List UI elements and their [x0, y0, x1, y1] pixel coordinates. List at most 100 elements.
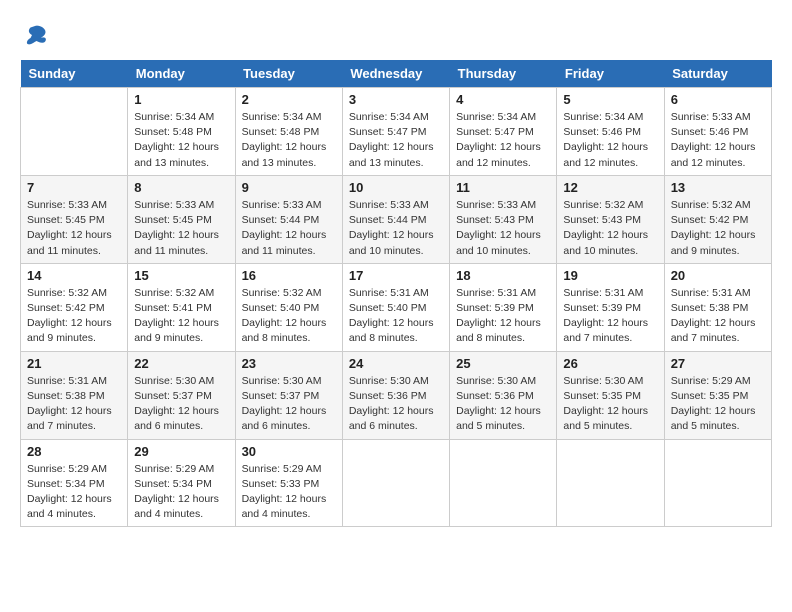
day-info: Sunrise: 5:29 AM Sunset: 5:34 PM Dayligh…	[27, 462, 121, 523]
day-number: 26	[563, 356, 657, 371]
calendar-cell: 17 Sunrise: 5:31 AM Sunset: 5:40 PM Dayli…	[342, 263, 449, 351]
calendar-cell: 7Sunrise: 5:33 AM Sunset: 5:45 PM Daylig…	[21, 175, 128, 263]
day-info: Sunrise: 5:34 AM Sunset: 5:47 PM Dayligh…	[349, 110, 443, 171]
day-info: Sunrise: 5:32 AM Sunset: 5:42 PM Dayligh…	[671, 198, 765, 259]
day-number: 7	[27, 180, 121, 195]
day-number: 24	[349, 356, 443, 371]
calendar-cell	[557, 439, 664, 527]
day-number: 1	[134, 92, 228, 107]
calendar-cell: 18 Sunrise: 5:31 AM Sunset: 5:39 PM Dayli…	[450, 263, 557, 351]
calendar-cell: 11Sunrise: 5:33 AM Sunset: 5:43 PM Dayli…	[450, 175, 557, 263]
calendar-body: 1 Sunrise: 5:34 AM Sunset: 5:48 PM Daylig…	[21, 88, 772, 527]
calendar-cell: 9 Sunrise: 5:33 AM Sunset: 5:44 PM Daylig…	[235, 175, 342, 263]
calendar-cell: 13 Sunrise: 5:32 AM Sunset: 5:42 PM Dayli…	[664, 175, 771, 263]
day-number: 22	[134, 356, 228, 371]
calendar-cell: 28 Sunrise: 5:29 AM Sunset: 5:34 PM Dayli…	[21, 439, 128, 527]
day-number: 16	[242, 268, 336, 283]
calendar-cell: 19 Sunrise: 5:31 AM Sunset: 5:39 PM Dayli…	[557, 263, 664, 351]
day-info: Sunrise: 5:33 AM Sunset: 5:45 PM Dayligh…	[134, 198, 228, 259]
calendar-cell: 27 Sunrise: 5:29 AM Sunset: 5:35 PM Dayli…	[664, 351, 771, 439]
calendar-cell: 4 Sunrise: 5:34 AM Sunset: 5:47 PM Daylig…	[450, 88, 557, 176]
calendar-week-row: 1 Sunrise: 5:34 AM Sunset: 5:48 PM Daylig…	[21, 88, 772, 176]
day-info: Sunrise: 5:31 AM Sunset: 5:38 PM Dayligh…	[671, 286, 765, 347]
day-info: Sunrise: 5:32 AM Sunset: 5:41 PM Dayligh…	[134, 286, 228, 347]
day-info: Sunrise: 5:29 AM Sunset: 5:35 PM Dayligh…	[671, 374, 765, 435]
day-number: 5	[563, 92, 657, 107]
logo-icon	[20, 20, 50, 50]
day-info: Sunrise: 5:34 AM Sunset: 5:48 PM Dayligh…	[242, 110, 336, 171]
calendar-cell: 8 Sunrise: 5:33 AM Sunset: 5:45 PM Daylig…	[128, 175, 235, 263]
day-number: 2	[242, 92, 336, 107]
calendar-week-row: 21 Sunrise: 5:31 AM Sunset: 5:38 PM Dayli…	[21, 351, 772, 439]
day-number: 6	[671, 92, 765, 107]
day-info: Sunrise: 5:31 AM Sunset: 5:39 PM Dayligh…	[456, 286, 550, 347]
calendar-cell: 29Sunrise: 5:29 AM Sunset: 5:34 PM Dayli…	[128, 439, 235, 527]
day-number: 8	[134, 180, 228, 195]
day-info: Sunrise: 5:34 AM Sunset: 5:46 PM Dayligh…	[563, 110, 657, 171]
day-info: Sunrise: 5:32 AM Sunset: 5:43 PM Dayligh…	[563, 198, 657, 259]
day-number: 30	[242, 444, 336, 459]
weekday-header-thursday: Thursday	[450, 60, 557, 88]
day-info: Sunrise: 5:33 AM Sunset: 5:44 PM Dayligh…	[349, 198, 443, 259]
day-number: 19	[563, 268, 657, 283]
day-info: Sunrise: 5:31 AM Sunset: 5:39 PM Dayligh…	[563, 286, 657, 347]
day-number: 12	[563, 180, 657, 195]
calendar-cell: 24 Sunrise: 5:30 AM Sunset: 5:36 PM Dayli…	[342, 351, 449, 439]
day-number: 4	[456, 92, 550, 107]
calendar-header: SundayMondayTuesdayWednesdayThursdayFrid…	[21, 60, 772, 88]
day-info: Sunrise: 5:34 AM Sunset: 5:48 PM Dayligh…	[134, 110, 228, 171]
calendar-week-row: 14 Sunrise: 5:32 AM Sunset: 5:42 PM Dayli…	[21, 263, 772, 351]
day-number: 13	[671, 180, 765, 195]
calendar-cell	[664, 439, 771, 527]
calendar-cell: 22 Sunrise: 5:30 AM Sunset: 5:37 PM Dayli…	[128, 351, 235, 439]
day-info: Sunrise: 5:34 AM Sunset: 5:47 PM Dayligh…	[456, 110, 550, 171]
calendar-cell: 14 Sunrise: 5:32 AM Sunset: 5:42 PM Dayli…	[21, 263, 128, 351]
day-info: Sunrise: 5:31 AM Sunset: 5:40 PM Dayligh…	[349, 286, 443, 347]
logo	[20, 20, 54, 50]
weekday-header-saturday: Saturday	[664, 60, 771, 88]
calendar-cell: 10 Sunrise: 5:33 AM Sunset: 5:44 PM Dayli…	[342, 175, 449, 263]
day-info: Sunrise: 5:29 AM Sunset: 5:33 PM Dayligh…	[242, 462, 336, 523]
calendar-cell: 1 Sunrise: 5:34 AM Sunset: 5:48 PM Daylig…	[128, 88, 235, 176]
day-number: 28	[27, 444, 121, 459]
calendar-cell: 5 Sunrise: 5:34 AM Sunset: 5:46 PM Daylig…	[557, 88, 664, 176]
weekday-header-tuesday: Tuesday	[235, 60, 342, 88]
day-number: 20	[671, 268, 765, 283]
day-info: Sunrise: 5:29 AM Sunset: 5:34 PM Dayligh…	[134, 462, 228, 523]
calendar-cell: 12 Sunrise: 5:32 AM Sunset: 5:43 PM Dayli…	[557, 175, 664, 263]
weekday-header-friday: Friday	[557, 60, 664, 88]
day-info: Sunrise: 5:30 AM Sunset: 5:35 PM Dayligh…	[563, 374, 657, 435]
day-info: Sunrise: 5:30 AM Sunset: 5:36 PM Dayligh…	[349, 374, 443, 435]
day-number: 17	[349, 268, 443, 283]
day-number: 23	[242, 356, 336, 371]
calendar-cell: 30 Sunrise: 5:29 AM Sunset: 5:33 PM Dayli…	[235, 439, 342, 527]
day-info: Sunrise: 5:31 AM Sunset: 5:38 PM Dayligh…	[27, 374, 121, 435]
day-number: 21	[27, 356, 121, 371]
calendar-cell: 6Sunrise: 5:33 AM Sunset: 5:46 PM Daylig…	[664, 88, 771, 176]
day-info: Sunrise: 5:32 AM Sunset: 5:42 PM Dayligh…	[27, 286, 121, 347]
calendar-cell	[450, 439, 557, 527]
calendar-cell: 23 Sunrise: 5:30 AM Sunset: 5:37 PM Dayli…	[235, 351, 342, 439]
calendar-cell: 25Sunrise: 5:30 AM Sunset: 5:36 PM Dayli…	[450, 351, 557, 439]
day-info: Sunrise: 5:30 AM Sunset: 5:37 PM Dayligh…	[242, 374, 336, 435]
day-info: Sunrise: 5:30 AM Sunset: 5:37 PM Dayligh…	[134, 374, 228, 435]
weekday-header-row: SundayMondayTuesdayWednesdayThursdayFrid…	[21, 60, 772, 88]
day-number: 27	[671, 356, 765, 371]
day-number: 3	[349, 92, 443, 107]
calendar-cell: 21 Sunrise: 5:31 AM Sunset: 5:38 PM Dayli…	[21, 351, 128, 439]
calendar-week-row: 7 Sunrise: 5:33 AM Sunset: 5:45 PM Daylig…	[21, 175, 772, 263]
day-number: 14	[27, 268, 121, 283]
calendar-cell: 3 Sunrise: 5:34 AM Sunset: 5:47 PM Daylig…	[342, 88, 449, 176]
day-number: 10	[349, 180, 443, 195]
calendar-cell	[21, 88, 128, 176]
day-number: 18	[456, 268, 550, 283]
day-info: Sunrise: 5:32 AM Sunset: 5:40 PM Dayligh…	[242, 286, 336, 347]
calendar-cell: 2 Sunrise: 5:34 AM Sunset: 5:48 PM Daylig…	[235, 88, 342, 176]
calendar-cell: 20 Sunrise: 5:31 AM Sunset: 5:38 PM Dayli…	[664, 263, 771, 351]
calendar-cell: 16 Sunrise: 5:32 AM Sunset: 5:40 PM Dayli…	[235, 263, 342, 351]
weekday-header-wednesday: Wednesday	[342, 60, 449, 88]
day-number: 9	[242, 180, 336, 195]
day-number: 11	[456, 180, 550, 195]
calendar-cell: 26 Sunrise: 5:30 AM Sunset: 5:35 PM Dayli…	[557, 351, 664, 439]
day-info: Sunrise: 5:33 AM Sunset: 5:44 PM Dayligh…	[242, 198, 336, 259]
